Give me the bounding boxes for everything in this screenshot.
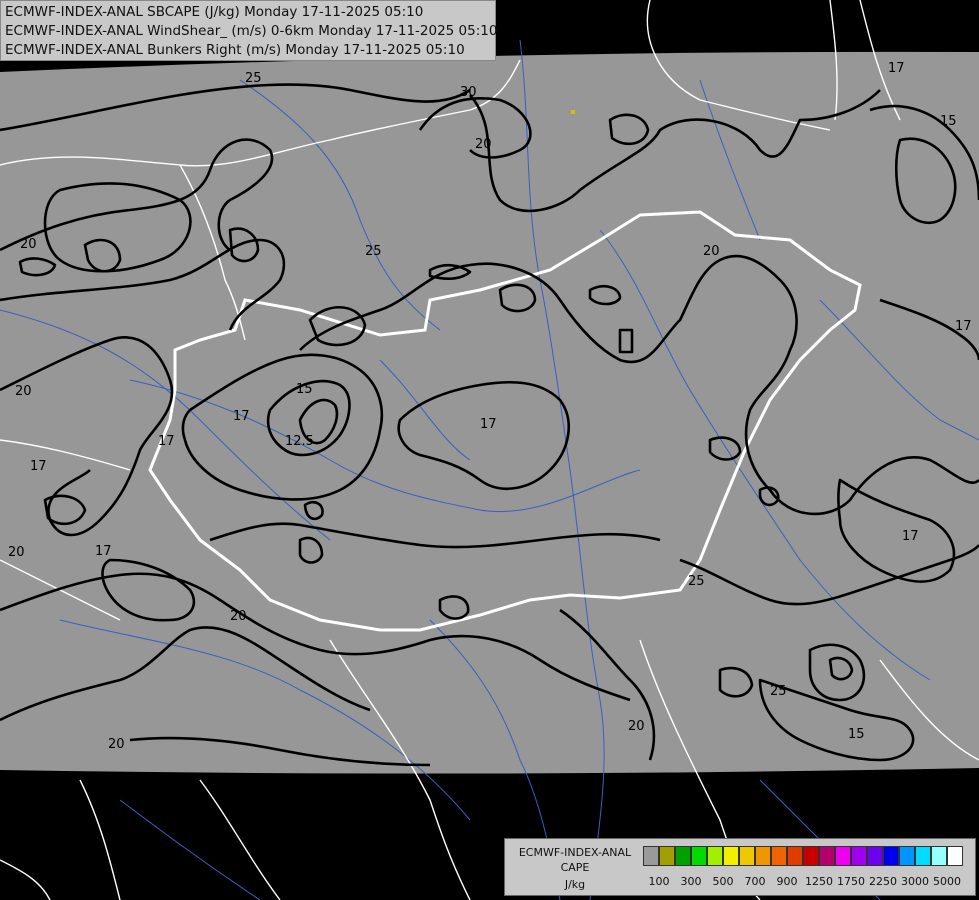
title-bunkers: ECMWF-INDEX-ANAL Bunkers Right (m/s) Mon… — [5, 42, 465, 58]
legend-title-source: ECMWF-INDEX-ANAL — [518, 846, 632, 859]
contour-label: 20 — [20, 237, 37, 252]
legend-title-variable: CAPE — [560, 861, 590, 874]
legend-swatch — [803, 846, 819, 866]
cape-marker — [571, 110, 575, 114]
contour-label: 25 — [770, 684, 787, 699]
contour-label: 17 — [233, 409, 250, 424]
contour-label: 20 — [628, 719, 645, 734]
legend-swatch — [787, 846, 803, 866]
legend-swatch — [883, 846, 899, 866]
contour-label: 17 — [158, 434, 175, 449]
legend-tick-labels: 100 300 500 700 900 1250 1750 2250 3000 5000 — [643, 875, 973, 889]
contour-label: 17 — [902, 529, 919, 544]
legend-swatch — [707, 846, 723, 866]
contour-label: 25 — [365, 244, 382, 259]
legend-tick-label: 1750 — [837, 875, 865, 888]
cape-legend: ECMWF-INDEX-ANAL CAPE J/kg 100 300 500 700 9… — [504, 838, 976, 896]
legend-swatch — [739, 846, 755, 866]
contour-label: 20 — [8, 545, 25, 560]
contour-label: 20 — [703, 244, 720, 259]
legend-swatch — [851, 846, 867, 866]
legend-swatch — [643, 846, 659, 866]
legend-tick-label: 3000 — [901, 875, 929, 888]
contour-label: 25 — [688, 574, 705, 589]
legend-swatch — [947, 846, 963, 866]
contour-label: 20 — [108, 737, 125, 752]
contour-label: 15 — [940, 114, 957, 129]
contour-label: 15 — [296, 382, 313, 397]
legend-swatch — [755, 846, 771, 866]
legend-swatch — [915, 846, 931, 866]
contour-label: 25 — [245, 71, 262, 86]
contour-label: 17 — [95, 544, 112, 559]
contour-label: 17 — [955, 319, 972, 334]
legend-swatch — [675, 846, 691, 866]
legend-swatch — [931, 846, 947, 866]
contour-label: 20 — [15, 384, 32, 399]
title-sbcape: ECMWF-INDEX-ANAL SBCAPE (J/kg) Monday 17… — [5, 4, 424, 20]
contour-label: 17 — [480, 417, 497, 432]
legend-swatch — [771, 846, 787, 866]
legend-swatch — [659, 846, 675, 866]
title-windshear: ECMWF-INDEX-ANAL WindShear_ (m/s) 0-6km … — [5, 23, 498, 39]
legend-unit: J/kg — [564, 878, 586, 891]
legend-tick-label: 700 — [744, 875, 766, 888]
contour-label: 17 — [30, 459, 47, 474]
legend-tick-label: 300 — [680, 875, 702, 888]
contour-label: 17 — [888, 61, 905, 76]
contour-label: 15 — [848, 727, 865, 742]
legend-swatch — [867, 846, 883, 866]
legend-tick-label: 900 — [776, 875, 798, 888]
legend-swatch — [819, 846, 835, 866]
legend-swatch — [691, 846, 707, 866]
legend-tick-label: 5000 — [933, 875, 961, 888]
legend-color-scale — [643, 846, 963, 866]
legend-swatch — [835, 846, 851, 866]
legend-swatch — [899, 846, 915, 866]
legend-tick-label: 500 — [712, 875, 734, 888]
legend-tick-label: 100 — [648, 875, 670, 888]
contour-label: 20 — [230, 609, 247, 624]
title-panel: ECMWF-INDEX-ANAL SBCAPE (J/kg) Monday 17… — [0, 0, 498, 61]
legend-swatch — [723, 846, 739, 866]
contour-label: 30 — [460, 85, 477, 100]
legend-tick-label: 1250 — [805, 875, 833, 888]
legend-tick-label: 2250 — [869, 875, 897, 888]
contour-label: 20 — [475, 137, 492, 152]
contour-label: 12.5 — [285, 434, 314, 449]
map-canvas: 25 30 20 17 15 25 20 17 20 17 15 12.5 17… — [0, 0, 979, 900]
